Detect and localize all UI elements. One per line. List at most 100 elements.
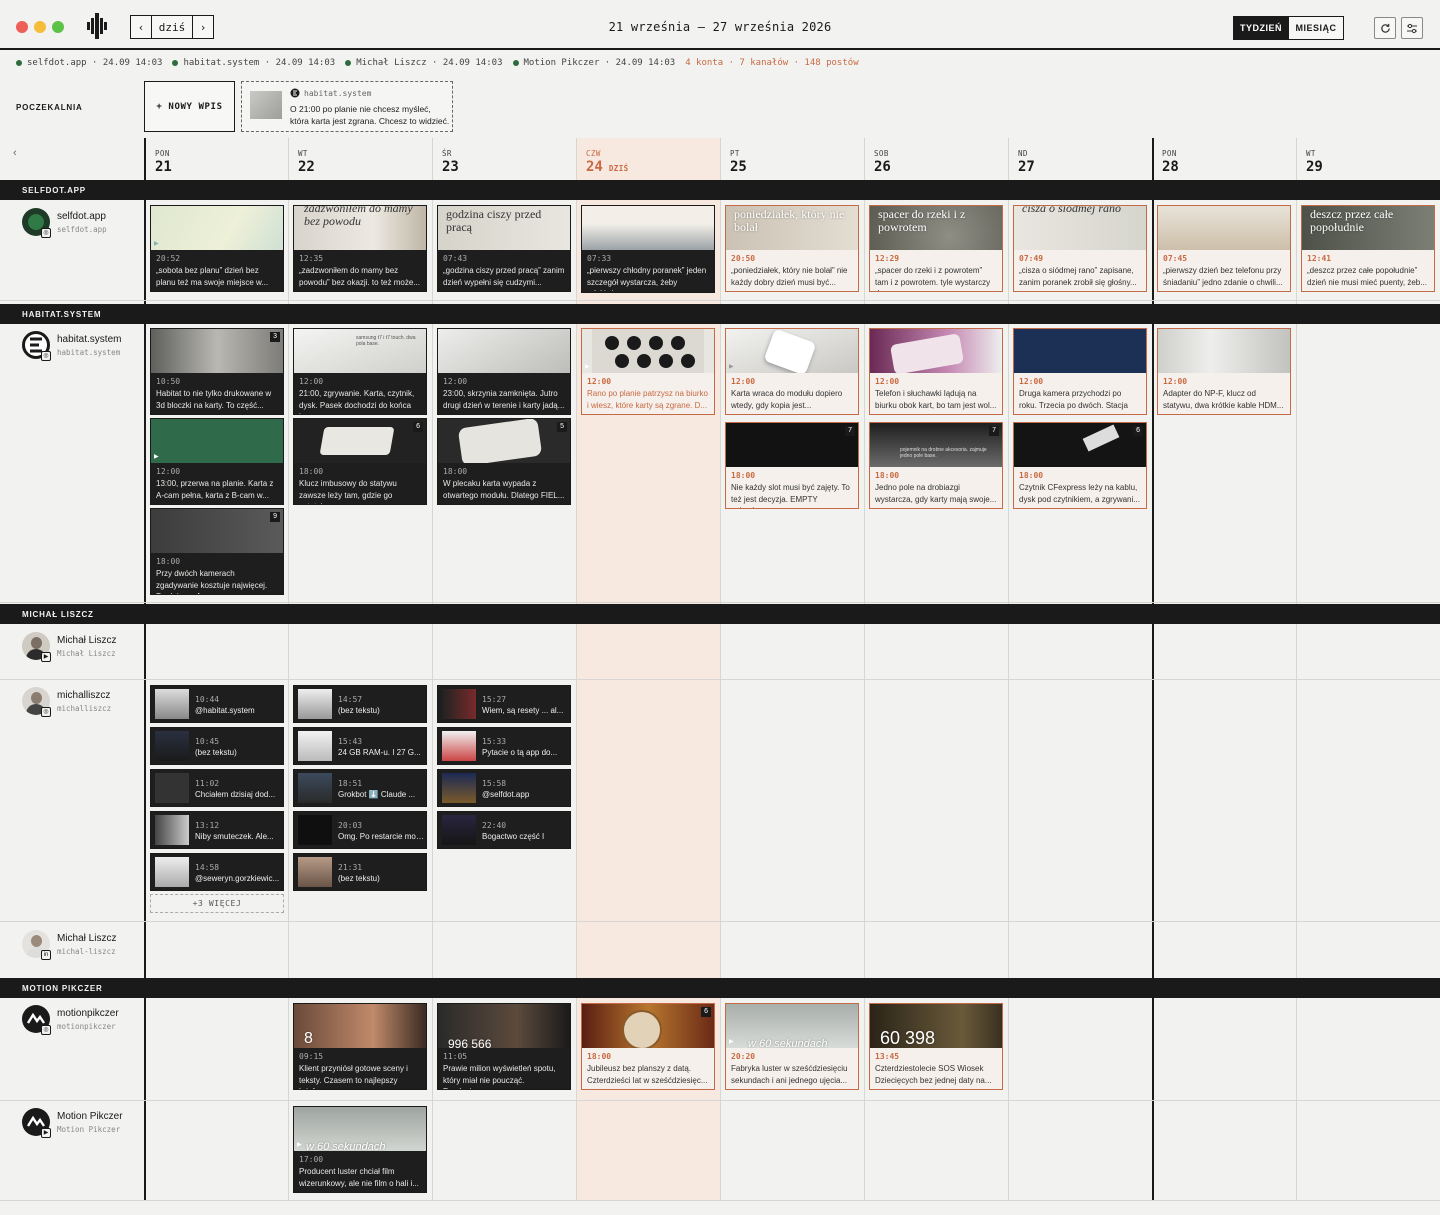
- settings-button[interactable]: [1401, 17, 1423, 39]
- scheduled-post-card[interactable]: deszcz przez całe popołudnie 12:41 „deszcz…: [1301, 205, 1435, 292]
- day-header-tue-22[interactable]: WT 22: [288, 138, 432, 180]
- compact-post-card[interactable]: 14:57 (bez tekstu): [293, 685, 427, 723]
- scheduled-post-card[interactable]: 12:00 Adapter do NP-F, klucz od statywu, …: [1157, 328, 1291, 415]
- scheduled-post-card[interactable]: 7 18:00 Nie każdy slot musi być zajęty. To…: [725, 422, 859, 509]
- post-card[interactable]: w 60 sekundach ▶ 17:00 Producent luster chc…: [293, 1106, 427, 1193]
- post-image: 8: [294, 1004, 426, 1048]
- post-card[interactable]: godzina ciszy przed pracą 07:43 „godzina c…: [437, 205, 571, 292]
- scheduled-post-card[interactable]: 12:00 Telefon i słuchawki lądują na biurk…: [869, 328, 1003, 415]
- post-time: 18:00: [443, 467, 468, 476]
- day-header-wed-23[interactable]: ŚR 23: [432, 138, 576, 180]
- scheduled-post-card[interactable]: spacer do rzeki i z powrotem 12:29 „spacer…: [869, 205, 1003, 292]
- post-text: (bez tekstu): [338, 706, 380, 715]
- new-post-button[interactable]: + NOWY WPIS: [144, 81, 235, 132]
- compact-post-card[interactable]: 10:45 (bez tekstu): [150, 727, 284, 765]
- scheduled-post-card[interactable]: ▶ 12:00 Karta wraca do modułu dopiero wted…: [725, 328, 859, 415]
- scheduled-post-card[interactable]: pojemnik na drobne akcesoria. zajmuje je…: [869, 422, 1003, 509]
- scheduled-post-card[interactable]: w 60 sekundach ▶ 20:20 Fabryka luster w sze…: [725, 1003, 859, 1090]
- post-card[interactable]: 07:33 „pierwszy chłodny poranek” jeden sz…: [581, 205, 715, 293]
- scheduled-post-card[interactable]: 12:00 Druga kamera przychodzi po roku. Tr…: [1013, 328, 1147, 415]
- compact-post-card[interactable]: 22:40 Bogactwo część I: [437, 811, 571, 849]
- refresh-button[interactable]: [1374, 17, 1396, 39]
- image-caption: w 60 sekundach: [748, 1038, 828, 1048]
- post-time: 10:44: [195, 695, 220, 704]
- close-window-button[interactable]: [16, 21, 28, 33]
- post-time: 12:00: [1163, 377, 1188, 386]
- compact-post-card[interactable]: 10:44 @habitat.system: [150, 685, 284, 723]
- post-image: ▶: [726, 329, 858, 373]
- compact-post-card[interactable]: 21:31 (bez tekstu): [293, 853, 427, 891]
- post-text: Producent luster chciał film wizerunkowy…: [299, 1167, 419, 1188]
- day-name: ND: [1018, 149, 1028, 158]
- compact-post-card[interactable]: 20:03 Omg. Po restarcie moj...: [293, 811, 427, 849]
- day-name: SOB: [874, 149, 889, 158]
- compact-post-card[interactable]: 15:27 Wiem, są resety ... al...: [437, 685, 571, 723]
- linkedin-icon: in: [41, 950, 51, 960]
- day-name: PT: [730, 149, 740, 158]
- post-time: 12:35: [299, 254, 324, 263]
- day-number: 25: [730, 159, 747, 175]
- post-text: Karta wraca do modułu dopiero wtedy, gdy…: [731, 389, 843, 410]
- minimize-window-button[interactable]: [34, 21, 46, 33]
- scheduled-post-card[interactable]: 60 398 13:45 Czterdziestolecie SOS Wiosek …: [869, 1003, 1003, 1090]
- post-thumbnail: [442, 773, 476, 803]
- compact-post-card[interactable]: 15:43 24 GB RAM-u. I 27 G...: [293, 727, 427, 765]
- day-header-mon-21[interactable]: PON 21: [145, 138, 288, 180]
- compact-post-card[interactable]: 15:33 Pytacie o tą app do...: [437, 727, 571, 765]
- next-week-button[interactable]: ›: [192, 15, 214, 39]
- post-card[interactable]: zadzwoniłem do mamy bez powodu 12:35 „zadz…: [293, 205, 427, 292]
- post-card[interactable]: 6 18:00 Klucz imbusowy do statywu zawsze l…: [293, 418, 427, 505]
- post-card[interactable]: ▶ 20:52 „sobota bez planu” dzień bez planu…: [150, 205, 284, 292]
- post-card[interactable]: samsung t7 i t7 touch. dwa pola base. 12:…: [293, 328, 427, 415]
- sync-status-label: habitat.system · 24.09 14:03: [183, 58, 336, 68]
- date-range-title: 21 września – 27 września 2026: [608, 20, 832, 34]
- today-button[interactable]: dziś: [151, 15, 193, 39]
- day-header-thu-24-today[interactable]: CZW 24 DZIŚ: [576, 138, 720, 180]
- scheduled-post-card[interactable]: 6 18:00 Czytnik CFexpress leży na kablu, d…: [1013, 422, 1147, 509]
- prev-week-button[interactable]: ‹: [130, 15, 152, 39]
- account-handle: motionpikczer: [57, 1022, 116, 1031]
- post-time: 21:31: [338, 863, 363, 872]
- scheduled-post-card[interactable]: cisza o siódmej rano 07:49 „cisza o siódme…: [1013, 205, 1147, 292]
- post-text: Omg. Po restarcie moj...: [338, 832, 424, 841]
- post-text: Telefon i słuchawki lądują na biurku obo…: [875, 389, 997, 410]
- show-more-button[interactable]: +3 WIĘCEJ: [150, 894, 284, 913]
- post-card[interactable]: 996 566 11:05 Prawie milion wyświetleń spo…: [437, 1003, 571, 1090]
- day-header-mon-28[interactable]: PON 28: [1152, 138, 1296, 180]
- post-text: „godzina ciszy przed pracą” zanim dzień …: [443, 266, 565, 287]
- post-text: Druga kamera przychodzi po roku. Trzecia…: [1019, 389, 1128, 414]
- image-caption: spacer do rzeki i z powrotem: [878, 207, 966, 234]
- post-card[interactable]: 12:00 23:00, skrzynia zamknięta. Jutro dr…: [437, 328, 571, 415]
- scheduled-post-card[interactable]: 6 18:00 Jubileusz bez planszy z datą. Czte…: [581, 1003, 715, 1090]
- compact-post-card[interactable]: 18:51 Grokbot ⬇️ Claude ...: [293, 769, 427, 807]
- post-card[interactable]: 9 18:00 Przy dwóch kamerach zgadywanie kos…: [150, 508, 284, 595]
- post-card[interactable]: 3 10:50 Habitat to nie tylko drukowane w 3…: [150, 328, 284, 415]
- day-header-fri-25[interactable]: PT 25: [720, 138, 864, 180]
- post-time: 11:05: [443, 1052, 468, 1061]
- compact-post-card[interactable]: 14:58 @seweryn.gorzkiewic...: [150, 853, 284, 891]
- post-card[interactable]: ▶ 12:00 13:00, przerwa na planie. Karta z …: [150, 418, 284, 505]
- compact-post-card[interactable]: 11:02 Chciałem dzisiaj dod...: [150, 769, 284, 807]
- post-image: [1158, 206, 1290, 250]
- post-card[interactable]: 8 09:15 Klient przyniósł gotowe sceny i te…: [293, 1003, 427, 1090]
- post-card[interactable]: 5 18:00 W plecaku karta wypada z otwartego…: [437, 418, 571, 505]
- day-header-tue-29[interactable]: WT 29: [1296, 138, 1440, 180]
- post-time: 15:27: [482, 695, 507, 704]
- maximize-window-button[interactable]: [52, 21, 64, 33]
- post-text: (bez tekstu): [338, 874, 380, 883]
- post-text: Klucz imbusowy do statywu zawsze leży ta…: [299, 479, 397, 504]
- view-month-tab[interactable]: MIESIĄC: [1288, 16, 1344, 40]
- day-header-sun-27[interactable]: ND 27: [1008, 138, 1152, 180]
- scheduled-post-card[interactable]: ▶ 12:00 Rano po planie patrzysz na biurko …: [581, 328, 715, 415]
- media-count-badge: 7: [845, 426, 855, 436]
- scheduled-post-card[interactable]: poniedziałek, który nie bolał 20:50 „ponie…: [725, 205, 859, 292]
- post-image: 996 566: [438, 1004, 570, 1048]
- draft-card[interactable]: habitat.system O 21:00 po planie nie chc…: [241, 81, 453, 132]
- compact-post-card[interactable]: 13:12 Niby smuteczek. Ale...: [150, 811, 284, 849]
- scheduled-post-card[interactable]: 07:45 „pierwszy dzień bez telefonu przy ś…: [1157, 205, 1291, 292]
- post-image: [582, 206, 714, 250]
- collapse-sidebar-button[interactable]: ‹: [13, 147, 17, 159]
- compact-post-card[interactable]: 15:58 @selfdot.app: [437, 769, 571, 807]
- view-week-tab[interactable]: TYDZIEŃ: [1233, 16, 1289, 40]
- day-header-sat-26[interactable]: SOB 26: [864, 138, 1008, 180]
